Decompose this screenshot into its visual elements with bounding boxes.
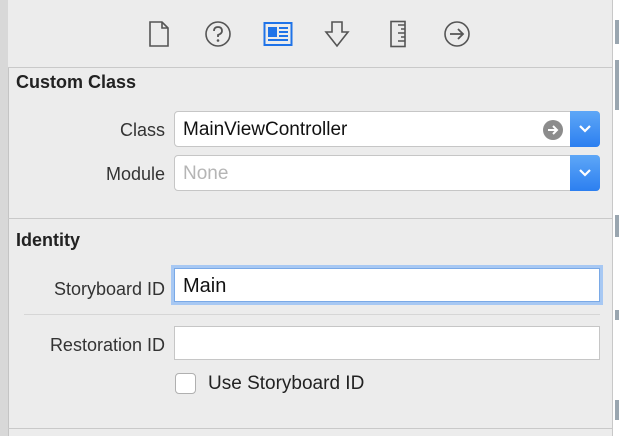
- storyboard-id-value[interactable]: Main: [183, 275, 226, 298]
- ruler-icon[interactable]: [381, 17, 415, 51]
- edge-marker: [615, 400, 619, 420]
- inspector-toolbar: [8, 0, 612, 68]
- section-divider: [8, 218, 612, 219]
- circle-arrow-right-icon[interactable]: [440, 17, 474, 51]
- edge-marker: [615, 60, 619, 110]
- restoration-id-field[interactable]: [174, 326, 600, 360]
- storyboard-id-field[interactable]: Main: [174, 268, 600, 302]
- row-divider: [24, 314, 600, 315]
- edge-marker: [615, 215, 619, 237]
- edge-marker: [615, 20, 619, 44]
- navigate-arrow-icon[interactable]: [543, 120, 563, 140]
- class-combobox[interactable]: MainViewController: [174, 111, 600, 147]
- section-divider: [8, 428, 612, 429]
- module-label: Module: [105, 164, 165, 184]
- use-storyboard-id-label[interactable]: Use Storyboard ID: [208, 373, 364, 395]
- restoration-id-label: Restoration ID: [49, 335, 165, 355]
- arrow-down-shield-icon[interactable]: [320, 17, 354, 51]
- identity-card-icon[interactable]: [261, 17, 295, 51]
- storyboard-id-label: Storyboard ID: [53, 279, 165, 299]
- module-placeholder[interactable]: None: [183, 163, 228, 185]
- class-label: Class: [119, 120, 165, 140]
- module-combobox[interactable]: None: [174, 155, 600, 191]
- editor-edge-strip: [612, 0, 620, 436]
- document-icon[interactable]: [142, 17, 176, 51]
- help-icon[interactable]: [201, 17, 235, 51]
- chevron-down-icon[interactable]: [570, 155, 600, 191]
- use-storyboard-id-checkbox[interactable]: [175, 373, 196, 394]
- identity-title: Identity: [16, 230, 81, 250]
- chevron-down-icon[interactable]: [570, 111, 600, 147]
- class-value[interactable]: MainViewController: [183, 119, 347, 141]
- custom-class-title: Custom Class: [16, 72, 137, 92]
- edge-marker: [615, 310, 619, 320]
